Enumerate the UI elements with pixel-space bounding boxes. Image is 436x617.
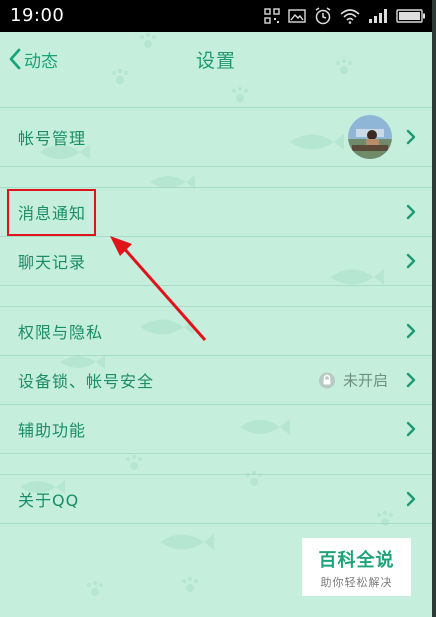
lock-icon: [318, 372, 335, 388]
watermark-badge: 百科全说 助你轻松解决: [302, 538, 411, 596]
highlight-box: [7, 189, 96, 236]
settings-item-chat-history[interactable]: 聊天记录: [0, 237, 432, 285]
chevron-right-icon: [406, 129, 416, 145]
signal-icon: [369, 9, 387, 23]
settings-item-label: 聊天记录: [18, 253, 87, 272]
device-lock-status-text: 未开启: [342, 371, 388, 390]
chevron-right-icon: [406, 421, 416, 437]
divider: [0, 285, 432, 286]
battery-icon: [396, 9, 425, 23]
device-lock-status: 未开启: [318, 370, 388, 391]
settings-item-device-lock[interactable]: 设备锁、帐号安全 未开启: [0, 356, 432, 404]
alarm-icon: [315, 7, 331, 25]
settings-item-about[interactable]: 关于QQ: [0, 475, 432, 523]
page-title: 设置: [195, 50, 236, 72]
qr-icon: [264, 8, 280, 24]
image-icon: [288, 9, 306, 23]
avatar: [348, 115, 392, 159]
watermark-title: 百科全说: [318, 550, 395, 571]
chevron-right-icon: [406, 204, 416, 220]
chevron-right-icon: [406, 372, 416, 388]
settings-item-privacy[interactable]: 权限与隐私: [0, 307, 432, 355]
chevron-right-icon: [406, 323, 416, 339]
settings-item-label: 权限与隐私: [18, 323, 104, 342]
wifi-icon: [340, 9, 360, 24]
settings-item-label: 关于QQ: [18, 491, 80, 510]
watermark-subtitle: 助你轻松解决: [320, 576, 393, 589]
settings-item-label: 设备锁、帐号安全: [18, 372, 155, 391]
divider: [0, 453, 432, 454]
settings-item-label: 帐号管理: [18, 129, 87, 148]
chevron-right-icon: [406, 491, 416, 507]
status-time: 19:00: [10, 5, 65, 26]
chevron-right-icon: [406, 253, 416, 269]
status-bar: 19:00: [0, 0, 432, 32]
settings-item-label: 辅助功能: [18, 421, 87, 440]
nav-header: 动态 设置: [0, 32, 432, 88]
divider: [0, 523, 432, 524]
edge-strip: [432, 0, 436, 617]
settings-item-accessibility[interactable]: 辅助功能: [0, 405, 432, 453]
settings-screen: 动态 设置 帐号管理 消息通知 聊天记录 权限与隐私 设备锁、帐号安全 未开启 …: [0, 32, 432, 617]
divider: [0, 166, 432, 167]
status-icons: [264, 6, 426, 26]
settings-item-account[interactable]: 帐号管理: [0, 108, 432, 166]
